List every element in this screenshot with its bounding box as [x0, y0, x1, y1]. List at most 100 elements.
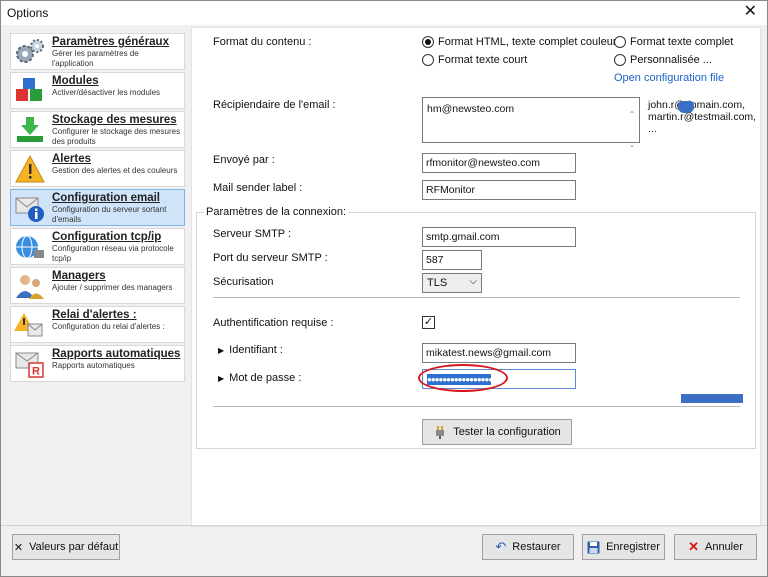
highlight-annotation: [418, 364, 508, 392]
defaults-button[interactable]: ✕ Valeurs par défaut: [12, 534, 120, 560]
svg-text:R: R: [32, 366, 40, 378]
sidebar-item-label: Configuration tcp/ip: [52, 231, 162, 243]
mouse-cursor-icon: [678, 101, 694, 113]
restore-button[interactable]: ↶ Restaurer: [482, 534, 574, 560]
sidebar-item-desc: Configuration réseau via protocole tcp/i…: [52, 244, 174, 263]
close-x-icon: ✕: [13, 541, 24, 554]
floppy-disk-icon: [587, 541, 600, 553]
sidebar-item-desc: Activer/désactiver les modules: [52, 88, 161, 97]
password-label-text: Mot de passe :: [229, 372, 302, 384]
sidebar-item-label: Rapports automatiques: [52, 348, 181, 360]
save-label: Enregistrer: [606, 541, 660, 553]
password-label: ▶ Mot de passe :: [218, 372, 301, 384]
users-icon: [16, 275, 44, 299]
sidebar-item-label: Stockage des mesures: [52, 114, 177, 126]
identifier-label-text: Identifiant :: [229, 344, 283, 356]
sidebar-item-label: Alertes: [52, 153, 91, 165]
radio-label: Format texte complet: [630, 36, 734, 48]
sidebar-item-general[interactable]: Paramètres généraux Gérer les paramètres…: [10, 33, 185, 70]
radio-label: Format texte court: [438, 54, 528, 66]
undo-icon: ↶: [495, 539, 507, 554]
title-bar: Options ✕: [1, 1, 767, 25]
sidebar: Paramètres généraux Gérer les paramètres…: [6, 29, 186, 525]
sent-by-field[interactable]: rfmonitor@newsteo.com: [422, 153, 576, 173]
cancel-button[interactable]: ✕ Annuler: [674, 534, 757, 560]
smtp-port-label: Port du serveur SMTP :: [213, 252, 328, 264]
save-button[interactable]: Enregistrer: [582, 534, 665, 560]
security-value: TLS: [427, 277, 448, 289]
auth-checkbox[interactable]: ✓: [422, 316, 435, 329]
identifier-field[interactable]: mikatest.news@gmail.com: [422, 343, 576, 363]
annotation-strip: [681, 394, 743, 403]
smtp-server-label: Serveur SMTP :: [213, 228, 292, 240]
cancel-label: Annuler: [704, 541, 743, 553]
report-icon: R: [15, 352, 44, 378]
sidebar-item-label: Paramètres généraux: [52, 36, 169, 48]
recipient-label: Récipiendaire de l'email :: [213, 99, 336, 111]
sidebar-item-managers[interactable]: Managers Ajouter / supprimer des manager…: [10, 267, 185, 304]
sidebar-item-desc: Gérer les paramètres de l'application: [52, 49, 139, 68]
plug-icon: [436, 426, 445, 439]
defaults-label: Valeurs par défaut: [29, 541, 119, 553]
smtp-port-field[interactable]: 587: [422, 250, 482, 270]
security-select[interactable]: TLS ⌵: [422, 273, 482, 293]
radio-dot: [614, 36, 626, 48]
sidebar-item-label: Configuration email: [52, 192, 160, 204]
identifier-label: ▶ Identifiant :: [218, 344, 283, 356]
options-window: Options ✕ Paramètres généraux Gérer les …: [0, 0, 768, 577]
scrollbar[interactable]: ⌃ ⌄: [627, 100, 637, 160]
sidebar-item-auto-reports[interactable]: R Rapports automatiques Rapports automat…: [10, 345, 185, 382]
warning-icon: [15, 154, 45, 183]
sidebar-item-label: Relai d'alertes :: [52, 309, 137, 321]
smtp-server-field[interactable]: smtp.gmail.com: [422, 227, 576, 247]
sidebar-item-desc: Configurer le stockage des mesures des p…: [52, 127, 181, 146]
relay-icon: [14, 313, 43, 337]
radio-format-full-text[interactable]: Format texte complet: [614, 36, 733, 48]
separator: [213, 297, 740, 298]
gears-icon: [16, 39, 44, 63]
separator: [213, 406, 740, 407]
sidebar-item-storage[interactable]: Stockage des mesures Configurer le stock…: [10, 111, 185, 148]
radio-dot: [614, 54, 626, 66]
security-label: Sécurisation: [213, 276, 274, 288]
sidebar-item-alert-relay[interactable]: Relai d'alertes : Configuration du relai…: [10, 306, 185, 343]
sidebar-item-email-config[interactable]: Configuration email Configuration du ser…: [10, 189, 185, 226]
sidebar-item-alerts[interactable]: Alertes Gestion des alertes et des coule…: [10, 150, 185, 187]
auth-label: Authentification requise :: [213, 317, 334, 329]
email-info-icon: [15, 197, 44, 222]
footer-separator: [1, 525, 767, 526]
sender-label-label: Mail sender label :: [213, 182, 303, 194]
radio-dot: [422, 54, 434, 66]
network-icon: [16, 235, 44, 259]
test-config-label: Tester la configuration: [453, 426, 561, 438]
caret-right-icon: ▶: [218, 346, 225, 355]
chevron-down-icon: ⌵: [469, 276, 477, 287]
test-config-button[interactable]: Tester la configuration: [422, 419, 572, 445]
close-icon: ✕: [688, 539, 699, 554]
sidebar-item-desc: Rapports automatiques: [52, 361, 135, 370]
sender-label-field[interactable]: RFMonitor: [422, 180, 576, 200]
sidebar-item-modules[interactable]: Modules Activer/désactiver les modules: [10, 72, 185, 109]
connection-group: [196, 212, 756, 449]
sidebar-item-tcpip[interactable]: Configuration tcp/ip Configuration résea…: [10, 228, 185, 265]
sidebar-item-desc: Configuration du relai d'alertes :: [52, 322, 165, 331]
sidebar-item-label: Managers: [52, 270, 106, 282]
radio-format-html[interactable]: Format HTML, texte complet couleurs: [422, 36, 622, 48]
download-icon: [17, 117, 43, 142]
radio-label: Format HTML, texte complet couleurs: [438, 36, 623, 48]
sidebar-item-desc: Gestion des alertes et des couleurs: [52, 166, 178, 175]
close-icon[interactable]: ✕: [744, 3, 757, 21]
recipient-hint: john.r@domain.com, martin.r@testmail.com…: [648, 99, 757, 135]
window-title: Options: [7, 6, 49, 20]
sent-by-label: Envoyé par :: [213, 154, 275, 166]
sidebar-item-label: Modules: [52, 75, 99, 87]
radio-format-short-text[interactable]: Format texte court: [422, 54, 527, 66]
recipient-textarea[interactable]: hm@newsteo.com ⌃ ⌄: [422, 97, 640, 149]
recipient-value: hm@newsteo.com: [427, 103, 515, 115]
open-config-link[interactable]: Open configuration file: [614, 72, 724, 84]
modules-icon: [16, 78, 42, 101]
radio-format-custom[interactable]: Personnalisée ...: [614, 54, 712, 66]
connection-group-label: Paramètres de la connexion:: [204, 206, 349, 218]
restore-label: Restaurer: [512, 541, 561, 553]
radio-label: Personnalisée ...: [630, 54, 712, 66]
